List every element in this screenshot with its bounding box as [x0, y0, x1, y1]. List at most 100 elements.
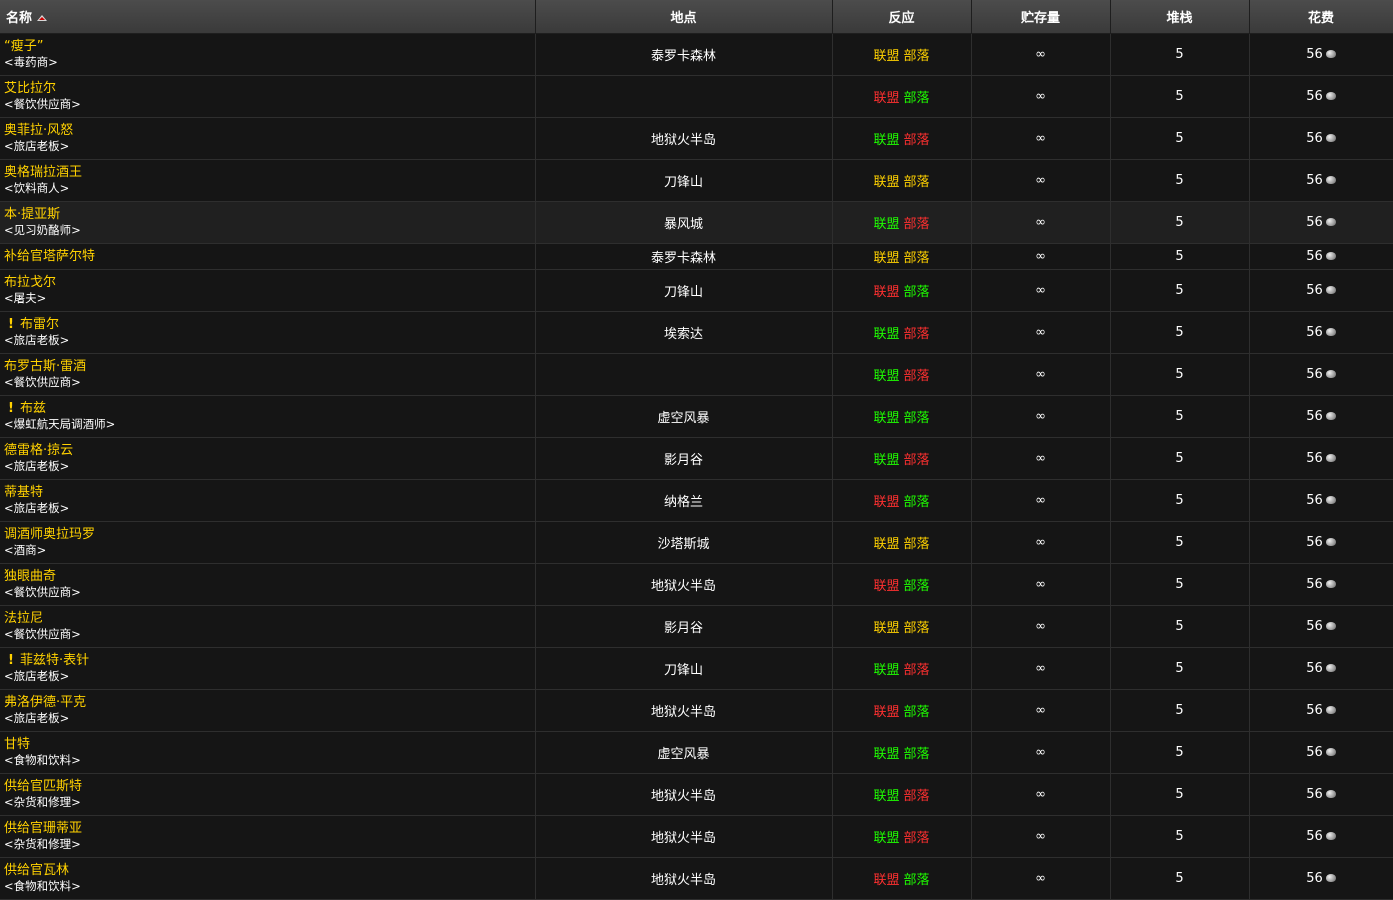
table-row[interactable]: 供给官珊蒂亚 <杂货和修理> 地狱火半岛 联盟 部落 ∞ 5 56 — [0, 815, 1393, 858]
npc-name-link[interactable]: 德雷格·掠云 — [4, 443, 535, 459]
table-row[interactable]: 布罗古斯·雷酒 <餐饮供应商> 联盟 部落 ∞ 5 56 — [0, 353, 1393, 396]
location-link[interactable]: 地狱火半岛 — [651, 789, 716, 804]
cost-value: 56 — [1306, 409, 1323, 424]
npc-name-link[interactable]: 布拉戈尔 — [4, 275, 535, 291]
reaction-horde: 部落 — [903, 537, 930, 552]
location-link[interactable]: 埃索达 — [664, 327, 703, 342]
column-header-stack[interactable]: 堆栈 — [1110, 0, 1250, 34]
table-row[interactable]: 布拉戈尔 <屠夫> 刀锋山 联盟 部落 ∞ 5 56 — [0, 269, 1393, 312]
stock-cell: ∞ — [971, 33, 1111, 76]
table-row[interactable]: 独眼曲奇 <餐饮供应商> 地狱火半岛 联盟 部落 ∞ 5 56 — [0, 563, 1393, 606]
npc-name-link[interactable]: ! 布兹 — [4, 401, 535, 417]
reaction-cell: 联盟 部落 — [832, 353, 972, 396]
table-row[interactable]: ! 菲兹特·表针 <旅店老板> 刀锋山 联盟 部落 ∞ 5 56 — [0, 647, 1393, 690]
location-cell: 影月谷 — [535, 437, 833, 480]
location-link[interactable]: 影月谷 — [664, 621, 703, 636]
table-row[interactable]: 法拉尼 <餐饮供应商> 影月谷 联盟 部落 ∞ 5 56 — [0, 605, 1393, 648]
table-row[interactable]: 艾比拉尔 <餐饮供应商> 联盟 部落 ∞ 5 56 — [0, 75, 1393, 118]
npc-name-link[interactable]: 蒂基特 — [4, 485, 535, 501]
table-row[interactable]: 奥菲拉·风怒 <旅店老板> 地狱火半岛 联盟 部落 ∞ 5 56 — [0, 117, 1393, 160]
npc-name-link[interactable]: 独眼曲奇 — [4, 569, 535, 585]
cost-cell: 56 — [1249, 33, 1393, 76]
npc-name: 布罗古斯·雷酒 — [4, 359, 87, 374]
reaction-cell: 联盟 部落 — [832, 521, 972, 564]
column-header-location[interactable]: 地点 — [535, 0, 833, 34]
npc-name: 蒂基特 — [4, 485, 44, 500]
npc-name-link[interactable]: 奥格瑞拉酒王 — [4, 165, 535, 181]
column-header-cost[interactable]: 花费 — [1249, 0, 1393, 34]
stack-cell: 5 — [1110, 243, 1250, 270]
table-row[interactable]: 调酒师奥拉玛罗 <酒商> 沙塔斯城 联盟 部落 ∞ 5 56 — [0, 521, 1393, 564]
location-link[interactable]: 刀锋山 — [664, 285, 703, 300]
location-link[interactable]: 地狱火半岛 — [651, 579, 716, 594]
table-row[interactable]: 弗洛伊德·平克 <旅店老板> 地狱火半岛 联盟 部落 ∞ 5 56 — [0, 689, 1393, 732]
npc-name-link[interactable]: ! 布雷尔 — [4, 317, 535, 333]
quest-exclamation-icon: ! — [8, 653, 14, 668]
location-cell: 刀锋山 — [535, 159, 833, 202]
npc-name-link[interactable]: 法拉尼 — [4, 611, 535, 627]
location-link[interactable]: 虚空风暴 — [657, 747, 709, 762]
stock-cell: ∞ — [971, 521, 1111, 564]
table-body: “瘦子” <毒药商> 泰罗卡森林 联盟 部落 ∞ 5 56 艾比拉尔 <餐饮供应商> 联盟 部落 ∞ 5 5… — [0, 33, 1393, 900]
npc-name-link[interactable]: 调酒师奥拉玛罗 — [4, 527, 535, 543]
column-header-name[interactable]: 名称 — [0, 0, 536, 34]
npc-name-link[interactable]: 弗洛伊德·平克 — [4, 695, 535, 711]
cost-value: 56 — [1306, 703, 1323, 718]
npc-name-link[interactable]: 奥菲拉·风怒 — [4, 123, 535, 139]
reaction-alliance: 联盟 — [873, 285, 900, 300]
reaction-alliance: 联盟 — [873, 495, 900, 510]
reaction-cell: 联盟 部落 — [832, 201, 972, 244]
location-link[interactable]: 刀锋山 — [664, 175, 703, 190]
npc-name-link[interactable]: 补给官塔萨尔特 — [4, 249, 535, 265]
npc-name-link[interactable]: 甘特 — [4, 737, 535, 753]
column-header-reaction[interactable]: 反应 — [832, 0, 972, 34]
table-row[interactable]: 德雷格·掠云 <旅店老板> 影月谷 联盟 部落 ∞ 5 56 — [0, 437, 1393, 480]
npc-title: <酒商> — [4, 543, 47, 557]
table-row[interactable]: 供给官瓦林 <食物和饮料> 地狱火半岛 联盟 部落 ∞ 5 56 — [0, 857, 1393, 900]
location-link[interactable]: 泰罗卡森林 — [651, 49, 716, 64]
table-row[interactable]: 奥格瑞拉酒王 <饮料商人> 刀锋山 联盟 部落 ∞ 5 56 — [0, 159, 1393, 202]
npc-name-link[interactable]: “瘦子” — [4, 39, 535, 55]
table-row[interactable]: “瘦子” <毒药商> 泰罗卡森林 联盟 部落 ∞ 5 56 — [0, 33, 1393, 76]
location-link[interactable]: 地狱火半岛 — [651, 705, 716, 720]
npc-name-link[interactable]: 本·提亚斯 — [4, 207, 535, 223]
table-row[interactable]: ! 布兹 <爆虹航天局调酒师> 虚空风暴 联盟 部落 ∞ 5 56 — [0, 395, 1393, 438]
sort-ascending-icon[interactable] — [37, 14, 48, 21]
stock-cell: ∞ — [971, 159, 1111, 202]
npc-name-link[interactable]: 艾比拉尔 — [4, 81, 535, 97]
reaction-cell: 联盟 部落 — [832, 117, 972, 160]
table-row[interactable]: 本·提亚斯 <见习奶酪师> 暴风城 联盟 部落 ∞ 5 56 — [0, 201, 1393, 244]
location-link[interactable]: 刀锋山 — [664, 663, 703, 678]
npc-name-link[interactable]: 布罗古斯·雷酒 — [4, 359, 535, 375]
npc-name-link[interactable]: 供给官珊蒂亚 — [4, 821, 535, 837]
stock-cell: ∞ — [971, 647, 1111, 690]
column-header-stock[interactable]: 贮存量 — [971, 0, 1111, 34]
silver-coin-icon — [1325, 411, 1336, 420]
name-cell: 调酒师奥拉玛罗 <酒商> — [0, 521, 536, 564]
location-link[interactable]: 暴风城 — [664, 217, 703, 232]
location-link[interactable]: 地狱火半岛 — [651, 831, 716, 846]
location-link[interactable]: 沙塔斯城 — [657, 537, 709, 552]
table-row[interactable]: 甘特 <食物和饮料> 虚空风暴 联盟 部落 ∞ 5 56 — [0, 731, 1393, 774]
reaction-cell: 联盟 部落 — [832, 731, 972, 774]
table-row[interactable]: 蒂基特 <旅店老板> 纳格兰 联盟 部落 ∞ 5 56 — [0, 479, 1393, 522]
table-row[interactable]: 供给官匹斯特 <杂货和修理> 地狱火半岛 联盟 部落 ∞ 5 56 — [0, 773, 1393, 816]
table-row[interactable]: 补给官塔萨尔特 泰罗卡森林 联盟 部落 ∞ 5 56 — [0, 243, 1393, 270]
npc-name: 供给官瓦林 — [4, 863, 70, 878]
cost-cell: 56 — [1249, 243, 1393, 270]
npc-name-link[interactable]: ! 菲兹特·表针 — [4, 653, 535, 669]
location-link[interactable]: 地狱火半岛 — [651, 133, 716, 148]
cost-cell: 56 — [1249, 353, 1393, 396]
location-link[interactable]: 影月谷 — [664, 453, 703, 468]
table-row[interactable]: ! 布雷尔 <旅店老板> 埃索达 联盟 部落 ∞ 5 56 — [0, 311, 1393, 354]
location-link[interactable]: 地狱火半岛 — [651, 873, 716, 888]
location-link[interactable]: 纳格兰 — [664, 495, 703, 510]
location-link[interactable]: 泰罗卡森林 — [651, 251, 716, 266]
silver-coin-icon — [1325, 251, 1336, 260]
npc-name-link[interactable]: 供给官匹斯特 — [4, 779, 535, 795]
location-cell: 刀锋山 — [535, 647, 833, 690]
npc-name-link[interactable]: 供给官瓦林 — [4, 863, 535, 879]
silver-coin-icon — [1325, 175, 1336, 184]
location-link[interactable]: 虚空风暴 — [657, 411, 709, 426]
cost-value: 56 — [1306, 577, 1323, 592]
